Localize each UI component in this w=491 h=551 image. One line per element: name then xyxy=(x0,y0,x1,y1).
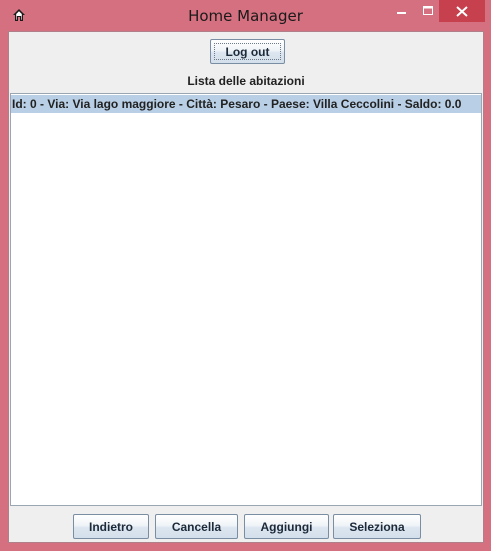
close-icon xyxy=(456,5,468,17)
title-bar[interactable]: Home Manager xyxy=(0,0,491,32)
list-title: Lista delle abitazioni xyxy=(187,74,305,88)
maximize-icon xyxy=(422,6,433,15)
list-item[interactable]: Id: 0 - Via: Via lago maggiore - Città: … xyxy=(11,95,481,113)
logout-label: Log out xyxy=(225,44,270,59)
content-panel: Log out Lista delle abitazioni Id: 0 - V… xyxy=(8,31,484,543)
close-button[interactable] xyxy=(439,0,485,22)
minimize-icon xyxy=(397,12,406,14)
logout-button[interactable]: Log out xyxy=(210,39,285,64)
add-button[interactable]: Aggiungi xyxy=(244,514,329,539)
button-bar: Indietro Cancella Aggiungi Seleziona xyxy=(9,506,483,542)
back-button[interactable]: Indietro xyxy=(73,514,149,539)
select-button[interactable]: Seleziona xyxy=(333,514,421,539)
houses-list[interactable]: Id: 0 - Via: Via lago maggiore - Città: … xyxy=(10,93,482,506)
delete-button[interactable]: Cancella xyxy=(155,514,238,539)
minimize-button[interactable] xyxy=(390,0,414,22)
app-window: Home Manager Log out Lista delle abitazi… xyxy=(0,0,491,551)
maximize-button[interactable] xyxy=(416,0,440,22)
